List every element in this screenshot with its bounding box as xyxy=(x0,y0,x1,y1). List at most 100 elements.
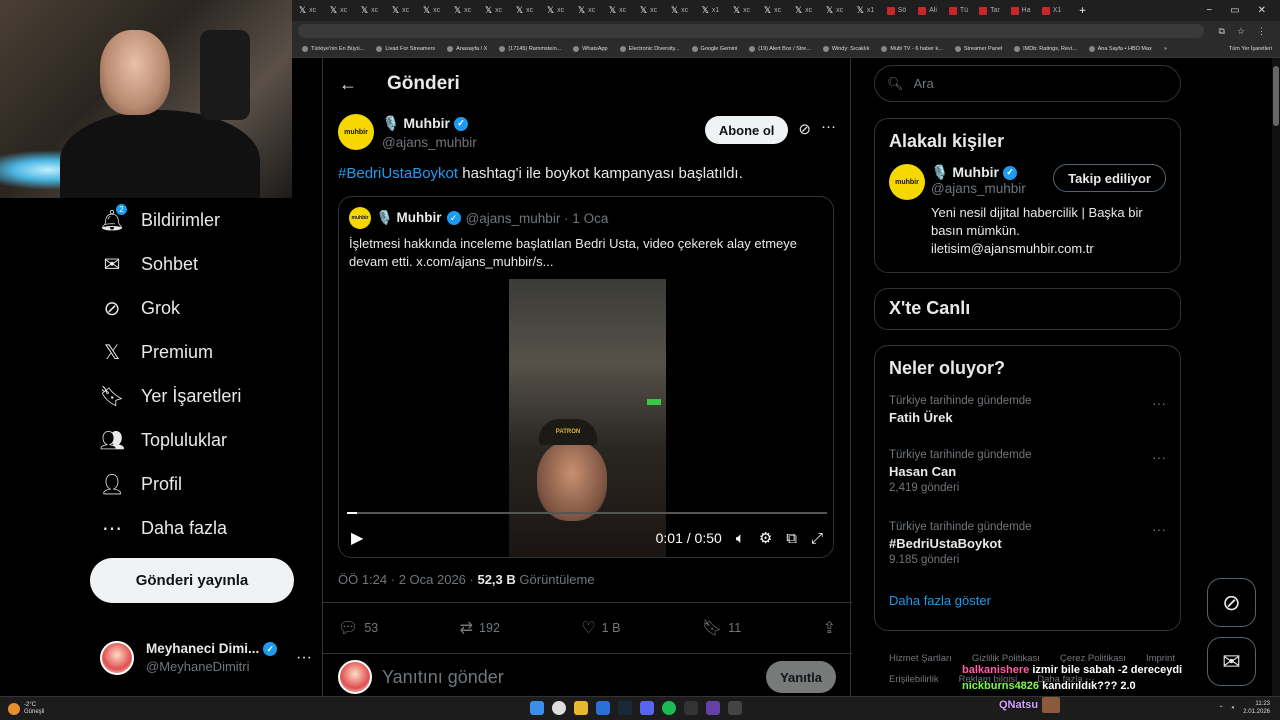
browser-tab[interactable]: 𝕏xc xyxy=(447,0,478,21)
browser-tab[interactable]: 𝕏xc xyxy=(602,0,633,21)
browser-tab[interactable]: 𝕏x1 xyxy=(850,0,881,21)
nav-item-premium[interactable]: 𝕏 Premium xyxy=(100,336,213,368)
steam-icon[interactable] xyxy=(618,701,632,715)
messages-fab[interactable]: ✉ xyxy=(1207,637,1256,686)
nav-item-sohbet[interactable]: ✉ Sohbet xyxy=(100,248,198,280)
browser-tab[interactable]: 𝕏xc xyxy=(354,0,385,21)
related-name[interactable]: 🎙️ Muhbir xyxy=(931,164,999,181)
trend-item[interactable]: Türkiye tarihinde gündemde Hasan Can 2,419… xyxy=(875,449,1180,509)
nav-item-yer-i-aretleri[interactable]: 🔖︎ Yer İşaretleri xyxy=(99,380,241,412)
video-player[interactable]: PATRON ▶ 0:01 / 0:50 🔈︎ ⚙ ⧉ ⤢ xyxy=(339,279,833,557)
browser-tab[interactable]: Sö xyxy=(881,0,912,21)
grok-icon[interactable]: ⊘ xyxy=(798,120,811,138)
following-button[interactable]: Takip ediliyor xyxy=(1053,164,1166,192)
share-button[interactable]: ⇪ xyxy=(823,618,836,638)
bookmark-item[interactable]: Anasayfa / X xyxy=(447,46,487,52)
browser-tab[interactable]: Tü xyxy=(943,0,974,21)
browser-tab[interactable]: 𝕏xc xyxy=(292,0,323,21)
twitch-icon[interactable] xyxy=(706,701,720,715)
x-live-card[interactable]: X'te Canlı xyxy=(874,288,1181,330)
browser-tab[interactable]: 𝕏xc xyxy=(757,0,788,21)
browser-tab[interactable]: 𝕏xc xyxy=(385,0,416,21)
nav-item-topluluklar[interactable]: 👥︎ Topluluklar xyxy=(99,424,227,456)
nav-item-daha-fazla[interactable]: ⋯ Daha fazla xyxy=(100,512,227,544)
video-progress-bar[interactable] xyxy=(347,512,827,514)
more-dots-icon[interactable]: ··· xyxy=(1152,449,1166,465)
browser-tab[interactable]: 𝕏xc xyxy=(726,0,757,21)
minimize-button[interactable]: − xyxy=(1206,5,1212,16)
maximize-button[interactable]: ▭ xyxy=(1230,5,1239,16)
folder-icon[interactable] xyxy=(574,701,588,715)
menu-dots-icon[interactable]: ⋮ xyxy=(1257,26,1266,37)
bookmark-item[interactable]: Türkiye'nin En Büyü... xyxy=(302,46,364,52)
bookmark-item[interactable]: Streamer Panel xyxy=(954,46,1002,52)
extensions-icon[interactable]: ⧉ xyxy=(1218,26,1224,37)
subscribe-button[interactable]: Abone ol xyxy=(704,116,789,144)
browser-tab[interactable]: X1 xyxy=(1036,0,1067,21)
more-dots-icon[interactable]: ··· xyxy=(1152,521,1166,537)
epic-games-icon[interactable] xyxy=(684,701,698,715)
browser-tab[interactable]: Tar xyxy=(974,0,1005,21)
footer-link[interactable]: Hizmet Şartları xyxy=(889,648,952,669)
start-windows-icon[interactable] xyxy=(530,701,544,715)
trend-item[interactable]: Türkiye tarihinde gündemde Fatih Ürek ··· xyxy=(875,395,1180,437)
quoted-tweet[interactable]: muhbir 🎙️ Muhbir ✓ @ajans_muhbir · 1 Oca… xyxy=(338,196,834,558)
author-handle[interactable]: @ajans_muhbir xyxy=(382,133,477,152)
new-tab-button[interactable]: + xyxy=(1067,0,1098,21)
reply-input[interactable]: Yanıtını gönder xyxy=(382,667,504,688)
page-scrollbar[interactable] xyxy=(1272,58,1280,696)
more-dots-icon[interactable]: ··· xyxy=(1152,395,1166,411)
browser-tab[interactable]: 𝕏xc xyxy=(819,0,850,21)
browser-tab[interactable]: 𝕏xc xyxy=(540,0,571,21)
wifi-icon[interactable]: ⌃ xyxy=(1219,705,1224,712)
related-person[interactable]: muhbir 🎙️ Muhbir ✓ @ajans_muhbir Takip ed… xyxy=(875,164,1180,200)
show-more-link[interactable]: Daha fazla göster xyxy=(875,593,1180,620)
reply-button[interactable]: 💬︎ 53 xyxy=(338,618,378,638)
trend-item[interactable]: Türkiye tarihinde gündemde #BedriUstaBoyk… xyxy=(875,521,1180,581)
picture-in-picture-icon[interactable]: ⧉ xyxy=(786,530,797,547)
repost-button[interactable]: ⇄ 192 xyxy=(460,618,500,638)
search-input[interactable] xyxy=(913,76,1164,91)
store-icon[interactable] xyxy=(596,701,610,715)
nav-item-profil[interactable]: 👤︎ Profil xyxy=(99,468,182,500)
obs-icon[interactable] xyxy=(728,701,742,715)
weather-widget[interactable]: -2°C Güneşli xyxy=(0,702,44,716)
browser-tab[interactable]: Ali xyxy=(912,0,943,21)
bookmark-item[interactable]: Multi TV - 6 haber k... xyxy=(881,46,943,52)
bookmark-item[interactable]: (19) Alert Box / Stre... xyxy=(749,46,811,52)
spotify-icon[interactable] xyxy=(662,701,676,715)
clock[interactable]: 11:23 2.01.2026 xyxy=(1243,700,1270,716)
browser-tab[interactable]: Ha xyxy=(1005,0,1036,21)
close-window-button[interactable]: ✕ xyxy=(1258,5,1266,16)
more-dots-icon[interactable]: ··· xyxy=(296,649,312,667)
author-name[interactable]: 🎙️ Muhbir xyxy=(382,114,450,133)
bookmark-item[interactable]: (17145) Rammstein... xyxy=(499,46,561,52)
bookmark-item[interactable]: WhatsApp xyxy=(573,46,608,52)
account-switcher[interactable]: Meyhaneci Dimi... ✓ @MeyhaneDimitri ··· xyxy=(100,636,312,680)
star-icon[interactable]: ☆ xyxy=(1237,26,1245,37)
search-bar[interactable]: 🔍︎ xyxy=(874,65,1181,102)
browser-tab[interactable]: 𝕏xc xyxy=(416,0,447,21)
author-avatar[interactable]: muhbir xyxy=(338,114,374,150)
reply-submit-button[interactable]: Yanıtla xyxy=(766,661,836,693)
bookmark-item[interactable]: Google Gemini xyxy=(691,46,737,52)
related-handle[interactable]: @ajans_muhbir xyxy=(931,181,1026,196)
tweet-timestamp[interactable]: ÖÖ 1:24 · 2 Oca 2026 · xyxy=(338,572,477,587)
like-button[interactable]: ♡ 1 B xyxy=(581,618,620,638)
browser-tab[interactable]: 𝕏xc xyxy=(664,0,695,21)
volume-icon[interactable]: 🔈︎ xyxy=(736,530,745,547)
more-dots-icon[interactable]: ··· xyxy=(821,118,836,135)
back-arrow-icon[interactable]: ← xyxy=(339,74,359,95)
speaker-icon[interactable]: 🔈︎ xyxy=(1232,705,1236,712)
related-avatar[interactable]: muhbir xyxy=(889,164,925,200)
bookmark-item[interactable]: Electronic Diversity... xyxy=(619,46,680,52)
browser-tab[interactable]: 𝕏xc xyxy=(571,0,602,21)
fullscreen-icon[interactable]: ⤢ xyxy=(811,530,823,547)
settings-gear-icon[interactable]: ⚙ xyxy=(759,529,772,547)
footer-link[interactable]: Erişilebilirlik xyxy=(889,669,939,690)
browser-tab[interactable]: 𝕏xc xyxy=(509,0,540,21)
play-icon[interactable]: ▶ xyxy=(351,528,363,548)
browser-tab[interactable]: 𝕏xc xyxy=(323,0,354,21)
chrome-icon[interactable] xyxy=(552,701,566,715)
post-button[interactable]: Gönderi yayınla xyxy=(90,558,294,603)
